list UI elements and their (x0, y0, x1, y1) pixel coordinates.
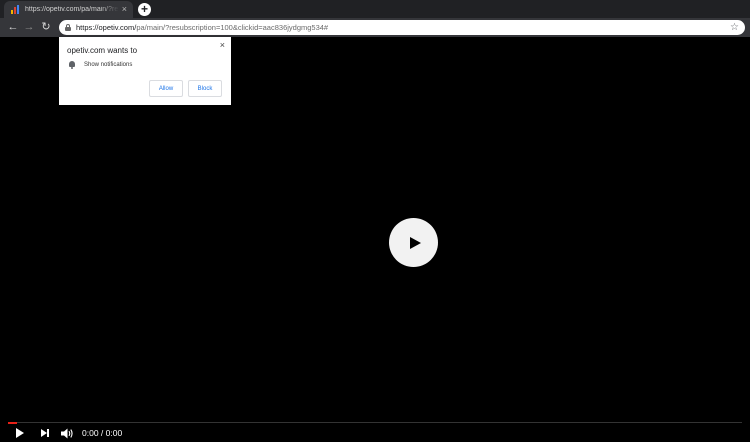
allow-button[interactable]: Allow (149, 80, 183, 97)
browser-window: https://opetiv.com/pa/main/?resu × + ← →… (0, 0, 750, 442)
volume-icon (61, 428, 73, 438)
prompt-close-icon[interactable]: × (220, 40, 225, 50)
play-icon (16, 428, 24, 438)
forward-arrow-icon[interactable]: → (22, 20, 36, 34)
permission-row: Show notifications (68, 61, 132, 69)
tab-close-icon[interactable]: × (122, 5, 127, 14)
progress-fill (8, 422, 17, 424)
bar-chart-icon (11, 5, 20, 14)
reload-icon[interactable]: ↻ (39, 20, 53, 34)
next-button[interactable] (41, 427, 51, 439)
new-tab-button[interactable]: + (138, 3, 151, 16)
notification-permission-prompt: × opetiv.com wants to Show notifications… (59, 37, 231, 105)
block-button[interactable]: Block (188, 80, 222, 97)
tab-title: https://opetiv.com/pa/main/?resu (25, 6, 119, 13)
prompt-title: opetiv.com wants to (67, 46, 138, 55)
large-play-button[interactable] (389, 218, 438, 267)
time-display: 0:00 / 0:00 (82, 428, 123, 438)
progress-bar[interactable] (8, 422, 742, 424)
address-bar[interactable]: https://opetiv.com/pa/main/?resubscripti… (59, 20, 745, 35)
back-arrow-icon[interactable]: ← (6, 20, 20, 34)
browser-tab[interactable]: https://opetiv.com/pa/main/?resu × (4, 1, 133, 18)
url-text[interactable]: https://opetiv.com/pa/main/?resubscripti… (76, 23, 328, 32)
permission-label: Show notifications (84, 62, 133, 68)
play-button[interactable] (16, 427, 26, 439)
lock-icon[interactable] (65, 24, 71, 31)
tab-strip: https://opetiv.com/pa/main/?resu × + (0, 0, 750, 18)
bookmark-star-icon[interactable]: ☆ (730, 20, 739, 35)
play-icon (409, 236, 421, 249)
url-host: https://opetiv.com/ (76, 23, 137, 32)
url-path: pa/main/?resubscription=100&clickid=aac8… (136, 23, 329, 32)
bell-icon (68, 61, 76, 69)
browser-toolbar: ← → ↻ https://opetiv.com/pa/main/?resubs… (0, 18, 750, 37)
volume-button[interactable] (61, 427, 75, 439)
